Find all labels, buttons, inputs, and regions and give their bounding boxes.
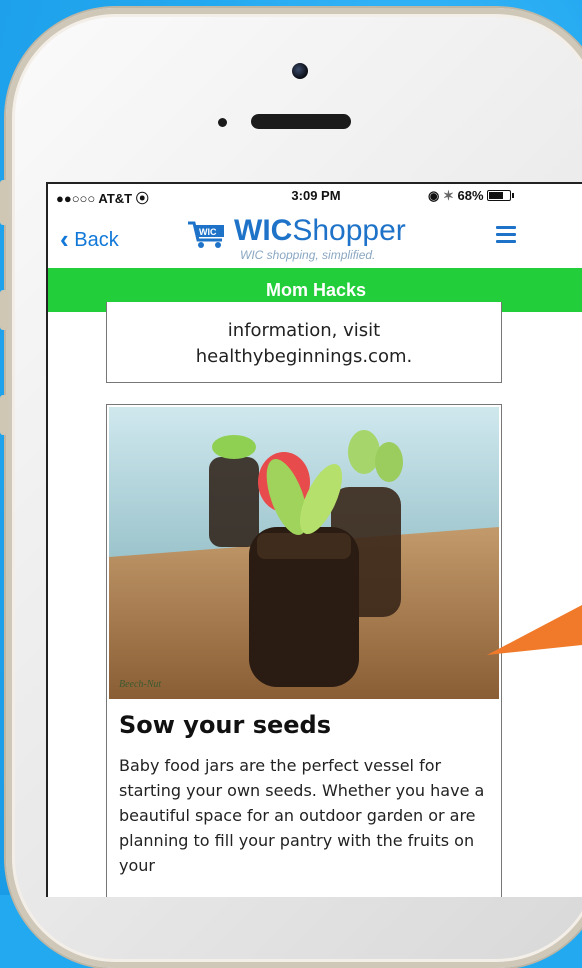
hamburger-icon[interactable]	[496, 226, 516, 247]
mute-switch	[0, 180, 8, 225]
status-bar: ●●○○○ AT&T ⦿ 3:09 PM ◉ ✶ 68%	[48, 184, 582, 206]
hack-card[interactable]: Beech-Nut Sow your seeds Baby food jars …	[106, 404, 502, 897]
hack-title: Sow your seeds	[119, 711, 332, 739]
nav-bar: ‹ Back WIC WICShopper WIC shopping, simp…	[48, 206, 582, 268]
logo-title: WICShopper	[234, 214, 406, 247]
logo-tagline: WIC shopping, simplified.	[240, 248, 376, 262]
previous-card-text-line1: information, visit	[227, 320, 381, 341]
volume-up-button	[0, 290, 8, 330]
back-label: Back	[74, 229, 119, 251]
photo-illustration: Beech-Nut	[109, 407, 499, 699]
alarm-icon: ◉	[428, 188, 440, 203]
back-button[interactable]: ‹ Back	[60, 224, 119, 255]
app-logo: WIC WICShopper WIC shopping, simplified.	[188, 212, 428, 262]
battery-icon	[487, 190, 515, 201]
logo-badge: WIC	[199, 227, 217, 237]
volume-down-button	[0, 395, 8, 435]
chevron-left-icon: ‹	[60, 224, 69, 254]
cart-icon: WIC	[188, 221, 224, 248]
front-camera	[292, 63, 308, 79]
battery-percent: 68%	[457, 188, 484, 203]
status-right: ◉ ✶ 68%	[428, 188, 515, 204]
previous-card-text-line2[interactable]: healthybeginnings.com.	[107, 344, 501, 370]
phone-screen: ●●○○○ AT&T ⦿ 3:09 PM ◉ ✶ 68% ‹ Back WIC …	[46, 182, 582, 897]
previous-card: information, visit healthybeginnings.com…	[106, 302, 502, 383]
earpiece-speaker	[251, 114, 351, 129]
bluetooth-icon: ✶	[442, 188, 454, 203]
hack-body: Baby food jars are the perfect vessel fo…	[119, 756, 485, 875]
seed-jars-photo: Beech-Nut	[109, 407, 499, 699]
proximity-sensor	[218, 118, 227, 127]
arrow-pointer-icon	[487, 605, 582, 655]
image-watermark: Beech-Nut	[119, 679, 161, 690]
